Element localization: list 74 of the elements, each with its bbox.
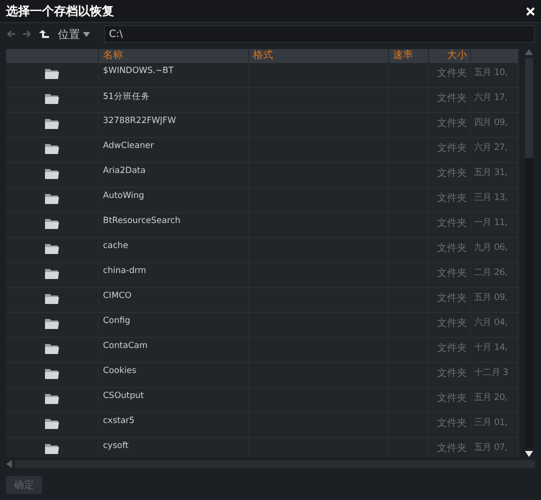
modified-date: 一月 11, (471, 213, 519, 237)
file-name[interactable]: Cookies (99, 363, 249, 387)
file-name[interactable]: cache (99, 238, 249, 262)
folder-icon (45, 68, 59, 79)
file-type: 文件夹 (429, 238, 471, 262)
modified-date: 五月 09, (471, 288, 519, 312)
file-name[interactable]: CIMCO (99, 288, 249, 312)
file-name[interactable]: AutoWing (99, 188, 249, 212)
file-type: 文件夹 (429, 213, 471, 237)
file-type: 文件夹 (429, 188, 471, 212)
folder-icon (45, 393, 59, 404)
folder-icon (45, 118, 59, 129)
folder-icon (45, 293, 59, 304)
folder-icon (45, 443, 59, 454)
file-name[interactable]: CSOutput (99, 388, 249, 412)
modified-date: 五月 20, (471, 388, 519, 412)
scroll-up-icon[interactable] (525, 49, 533, 55)
file-name[interactable]: 51分班任务 (99, 88, 249, 112)
file-type: 文件夹 (429, 388, 471, 412)
file-type: 文件夹 (429, 338, 471, 362)
file-type: 文件夹 (429, 288, 471, 312)
scroll-left-icon[interactable] (6, 460, 12, 468)
modified-date: 二月 26, (471, 263, 519, 287)
file-type: 文件夹 (429, 363, 471, 387)
file-name[interactable]: cxstar5 (99, 413, 249, 437)
folder-icon (45, 418, 59, 429)
location-dropdown[interactable]: 位置 (56, 26, 92, 42)
folder-icon (45, 268, 59, 279)
modified-date: 六月 27, (471, 138, 519, 162)
folder-icon (45, 243, 59, 254)
modified-date: 十二月 3 (471, 363, 519, 387)
file-name[interactable]: 32788R22FWJFW (99, 113, 249, 137)
modified-date: 四月 09, (471, 113, 519, 137)
file-type: 文件夹 (429, 88, 471, 112)
modified-date: 六月 17, (471, 88, 519, 112)
modified-date: 五月 31, (471, 163, 519, 187)
file-name[interactable]: AdwCleaner (99, 138, 249, 162)
file-name[interactable]: Aria2Data (99, 163, 249, 187)
modified-date: 九月 06, (471, 238, 519, 262)
modified-date: 十月 14, (471, 338, 519, 362)
window-title: 选择一个存档以恢复 (6, 2, 114, 20)
folder-icon (45, 193, 59, 204)
caret-icon (83, 32, 90, 36)
scrollbar-thumb[interactable] (525, 58, 533, 158)
folder-icon (45, 318, 59, 329)
file-type: 文件夹 (429, 313, 471, 337)
file-type: 文件夹 (429, 113, 471, 137)
file-type: 文件夹 (429, 138, 471, 162)
modified-date: 六月 04, (471, 313, 519, 337)
folder-icon (45, 168, 59, 179)
modified-date: 五月 10, (471, 63, 519, 87)
file-name[interactable]: Config (99, 313, 249, 337)
file-name[interactable]: ContaCam (99, 338, 249, 362)
file-name[interactable]: BtResourceSearch (99, 213, 249, 237)
scroll-down-icon[interactable] (525, 451, 533, 457)
file-type: 文件夹 (429, 63, 471, 87)
up-arrow-icon (38, 29, 50, 39)
file-name[interactable]: $WINDOWS.~BT (99, 63, 249, 87)
folder-icon (45, 218, 59, 229)
folder-icon (45, 343, 59, 354)
back-arrow-icon (6, 29, 16, 39)
file-type: 文件夹 (429, 413, 471, 437)
folder-icon (45, 143, 59, 154)
path-field[interactable]: C:\ (104, 25, 535, 43)
up-folder-button[interactable] (38, 29, 50, 39)
modified-date: 三月 13, (471, 188, 519, 212)
folder-icon (45, 368, 59, 379)
file-name[interactable]: china-drm (99, 263, 249, 287)
modified-date: 三月 01, (471, 413, 519, 437)
forward-arrow-icon (22, 29, 32, 39)
close-icon (526, 6, 535, 16)
folder-icon (45, 93, 59, 104)
file-type: 文件夹 (429, 163, 471, 187)
file-type: 文件夹 (429, 263, 471, 287)
